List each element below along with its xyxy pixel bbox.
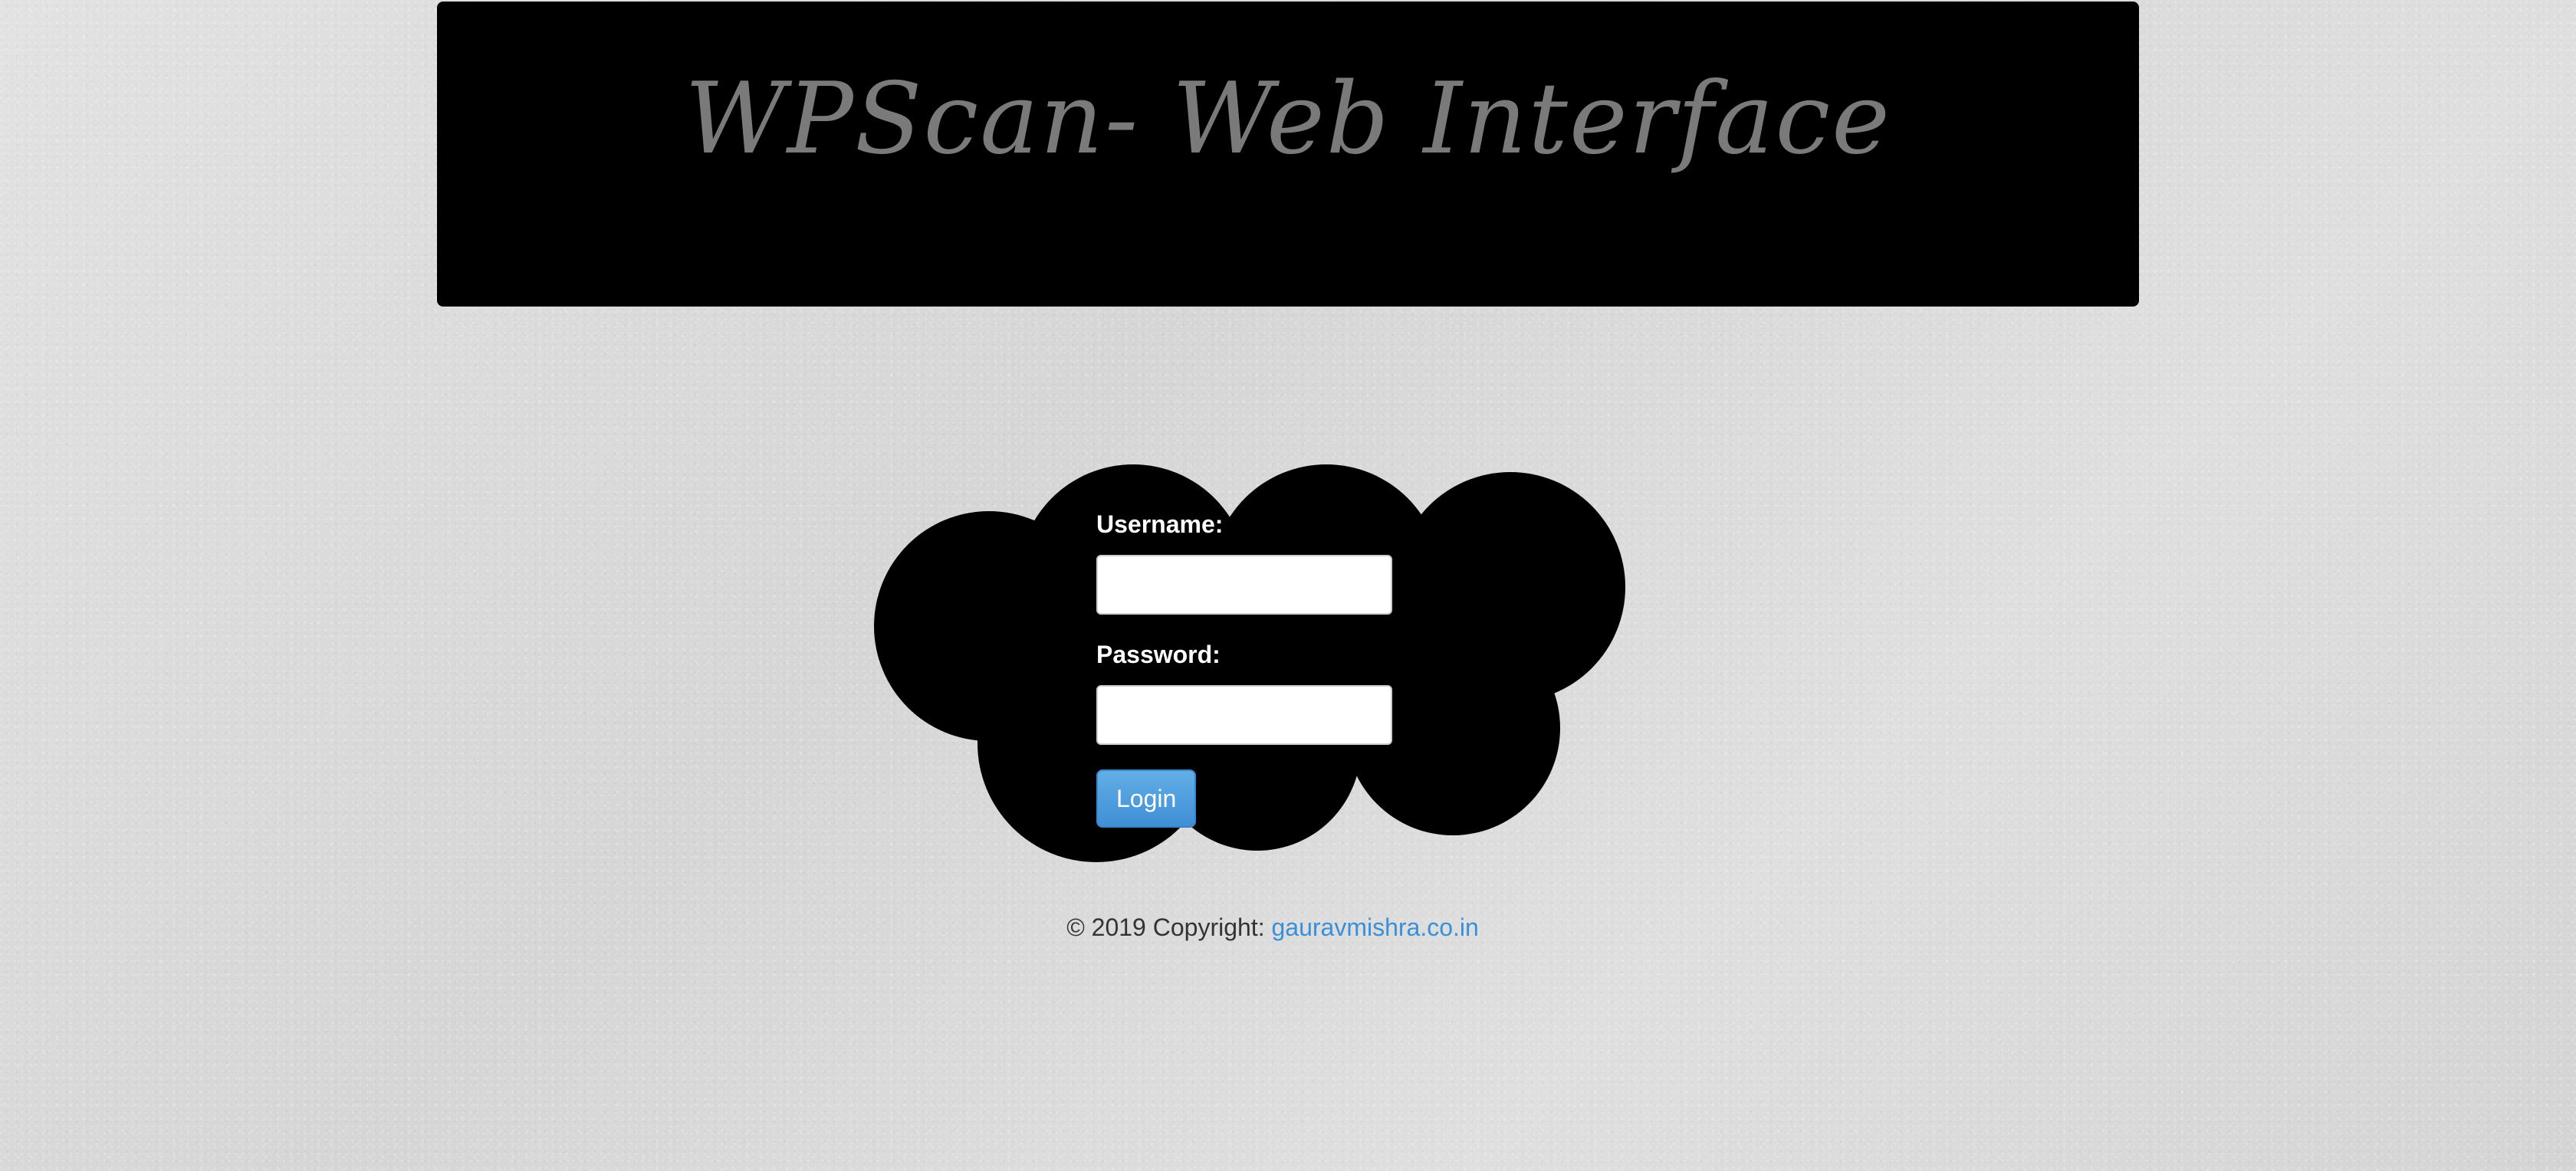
author-link[interactable]: gauravmishra.co.in [1271,914,1478,941]
copyright-text: © 2019 Copyright: [1066,914,1272,941]
password-input[interactable] [1096,685,1392,745]
username-label: Username: [1096,510,1224,538]
login-button[interactable]: Login [1096,769,1197,828]
footer: © 2019 Copyright: gauravmishra.co.in [0,914,2576,942]
header-banner: WPScan- Web Interface [437,2,2139,307]
page-title: WPScan- Web Interface [685,62,1891,176]
password-label: Password: [1096,641,1221,668]
username-input[interactable] [1096,555,1392,615]
login-form: Username: Password: Login [1096,512,1403,828]
